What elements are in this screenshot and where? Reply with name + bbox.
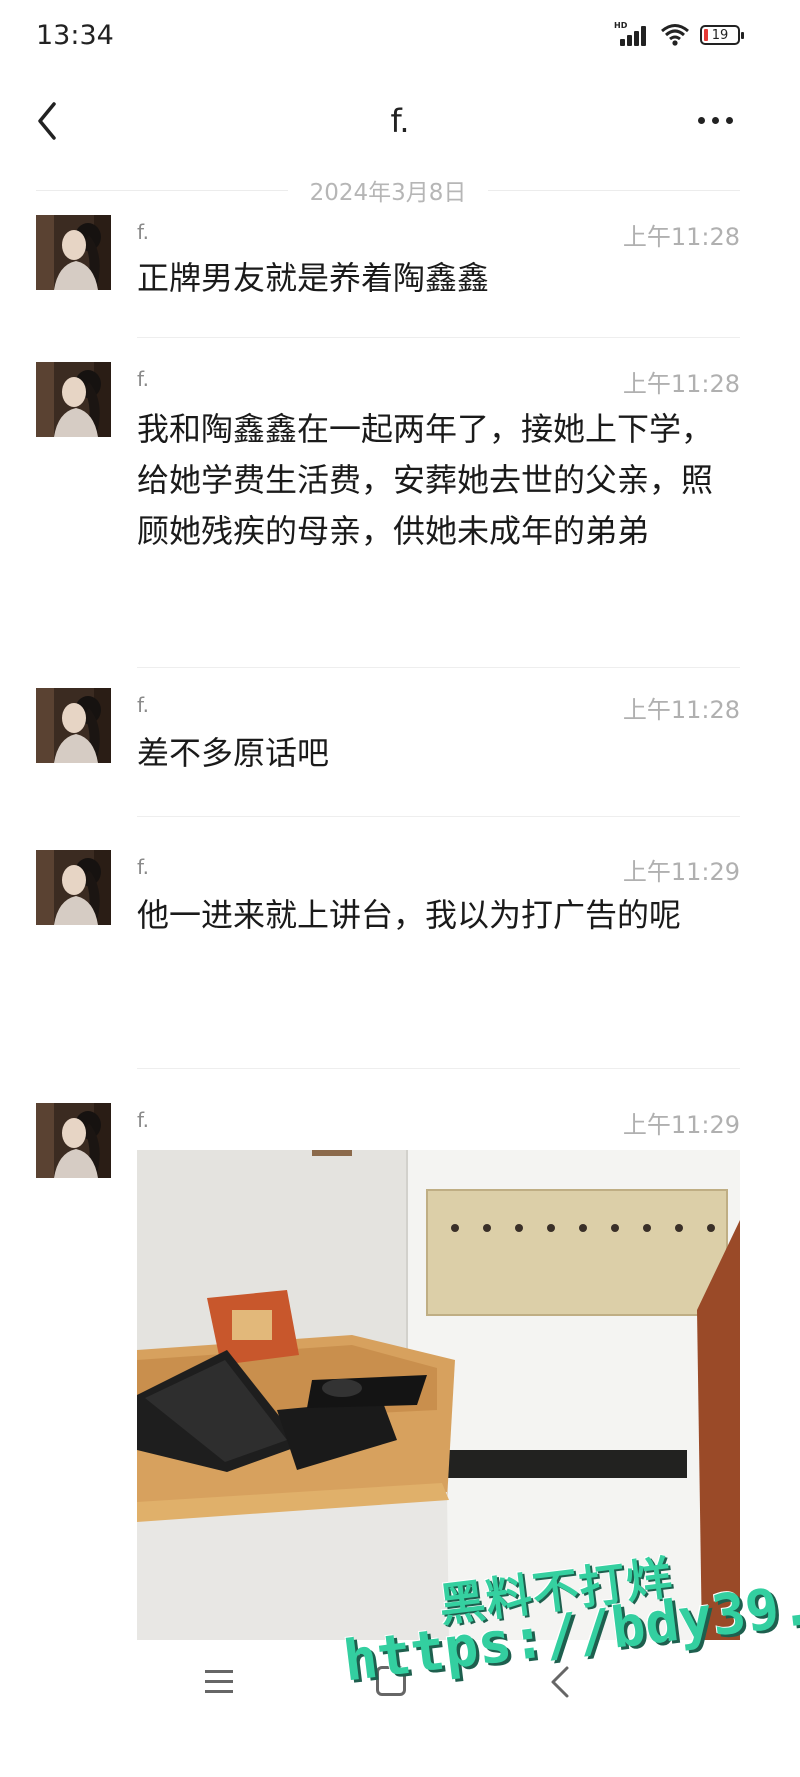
- message-item: f. 上午11:28 我和陶鑫鑫在一起两年了，接她上下学，给她学费生活费，安葬她…: [0, 362, 800, 668]
- nav-bar: f.: [0, 80, 800, 180]
- message-text: 正牌男友就是养着陶鑫鑫: [137, 259, 490, 297]
- message-time: 上午11:28: [622, 370, 740, 398]
- sender-name: f.: [137, 855, 149, 879]
- date-label: 2024年3月8日: [309, 180, 467, 206]
- chat-title: f.: [390, 102, 410, 140]
- avatar[interactable]: [36, 362, 111, 437]
- watermark: 黑料不打烊 https://bdy39.co: [340, 1550, 800, 1760]
- date-divider: 2024年3月8日: [36, 172, 740, 208]
- message-time: 上午11:28: [622, 223, 740, 251]
- status-bar: 13:34 HD 19: [0, 0, 800, 80]
- sender-name: f.: [137, 367, 149, 391]
- network-type-label: HD: [614, 21, 628, 30]
- wifi-icon: [661, 24, 689, 46]
- sender-name: f.: [137, 220, 149, 244]
- message-text: 他一进来就上讲台，我以为打广告的呢: [137, 896, 682, 934]
- more-options-icon[interactable]: [698, 100, 748, 140]
- message-time: 上午11:28: [622, 696, 740, 724]
- avatar[interactable]: [36, 1103, 111, 1178]
- battery-icon: 19: [700, 25, 744, 45]
- divider: [137, 1068, 740, 1069]
- sender-name: f.: [137, 1108, 149, 1132]
- menu-icon[interactable]: [205, 1670, 233, 1696]
- status-time: 13:34: [36, 20, 114, 51]
- message-text: 差不多原话吧: [137, 734, 330, 772]
- message-item: f. 上午11:29 他一进来就上讲台，我以为打广告的呢: [0, 850, 800, 1070]
- sender-name: f.: [137, 693, 149, 717]
- message-text: 我和陶鑫鑫在一起两年了，接她上下学，给她学费生活费，安葬她去世的父亲，照顾她残疾…: [137, 410, 714, 550]
- battery-level: 19: [711, 27, 729, 43]
- avatar[interactable]: [36, 850, 111, 925]
- message-item: f. 上午11:28 差不多原话吧: [0, 688, 800, 833]
- divider: [137, 337, 740, 338]
- status-icons: HD 19: [614, 22, 744, 48]
- message-time: 上午11:29: [622, 858, 740, 886]
- divider: [137, 667, 740, 668]
- avatar[interactable]: [36, 215, 111, 290]
- divider: [137, 816, 740, 817]
- signal-icon: HD: [614, 22, 650, 48]
- message-time: 上午11:29: [622, 1111, 740, 1139]
- message-item: f. 上午11:28 正牌男友就是养着陶鑫鑫: [0, 215, 800, 340]
- avatar[interactable]: [36, 688, 111, 763]
